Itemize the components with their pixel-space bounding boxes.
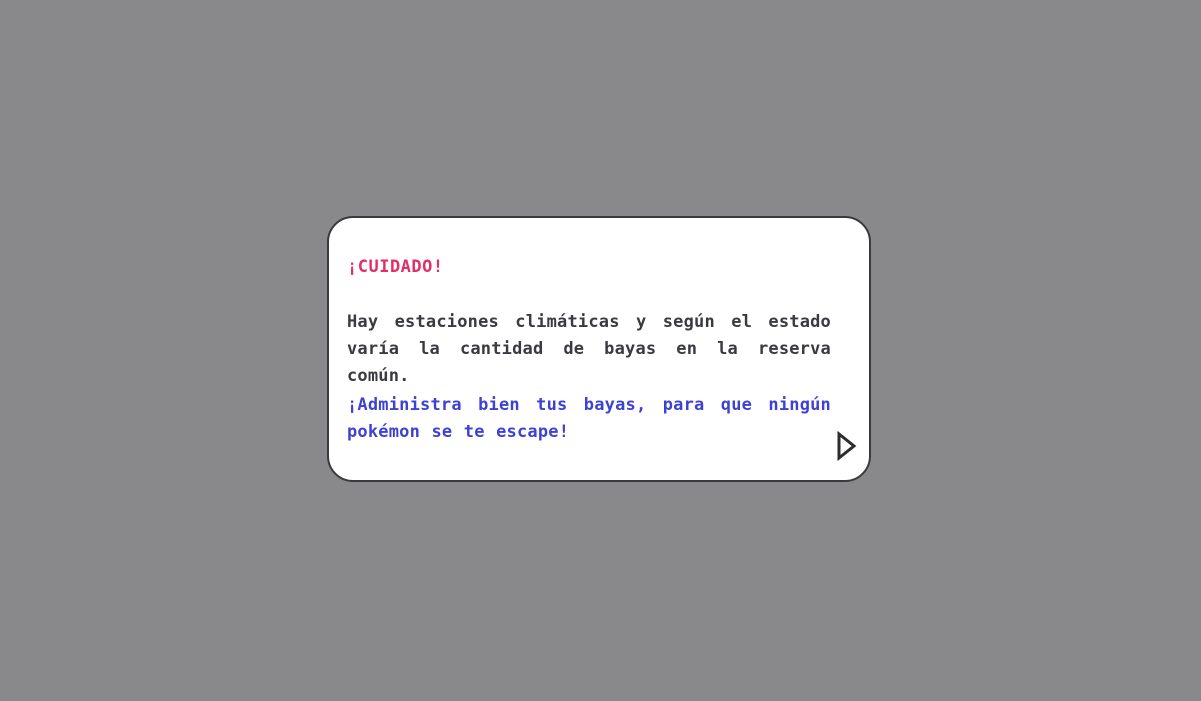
message-dialog: ¡CUIDADO! Hay estaciones climáticas y se… xyxy=(327,216,871,482)
play-arrow-outline-icon xyxy=(837,430,857,462)
advice-message: ¡Administra bien tus bayas, para que nin… xyxy=(347,395,831,442)
next-arrow-button[interactable] xyxy=(836,430,858,462)
info-message: Hay estaciones climáticas y según el est… xyxy=(347,312,831,386)
warning-title: ¡CUIDADO! xyxy=(347,257,444,277)
